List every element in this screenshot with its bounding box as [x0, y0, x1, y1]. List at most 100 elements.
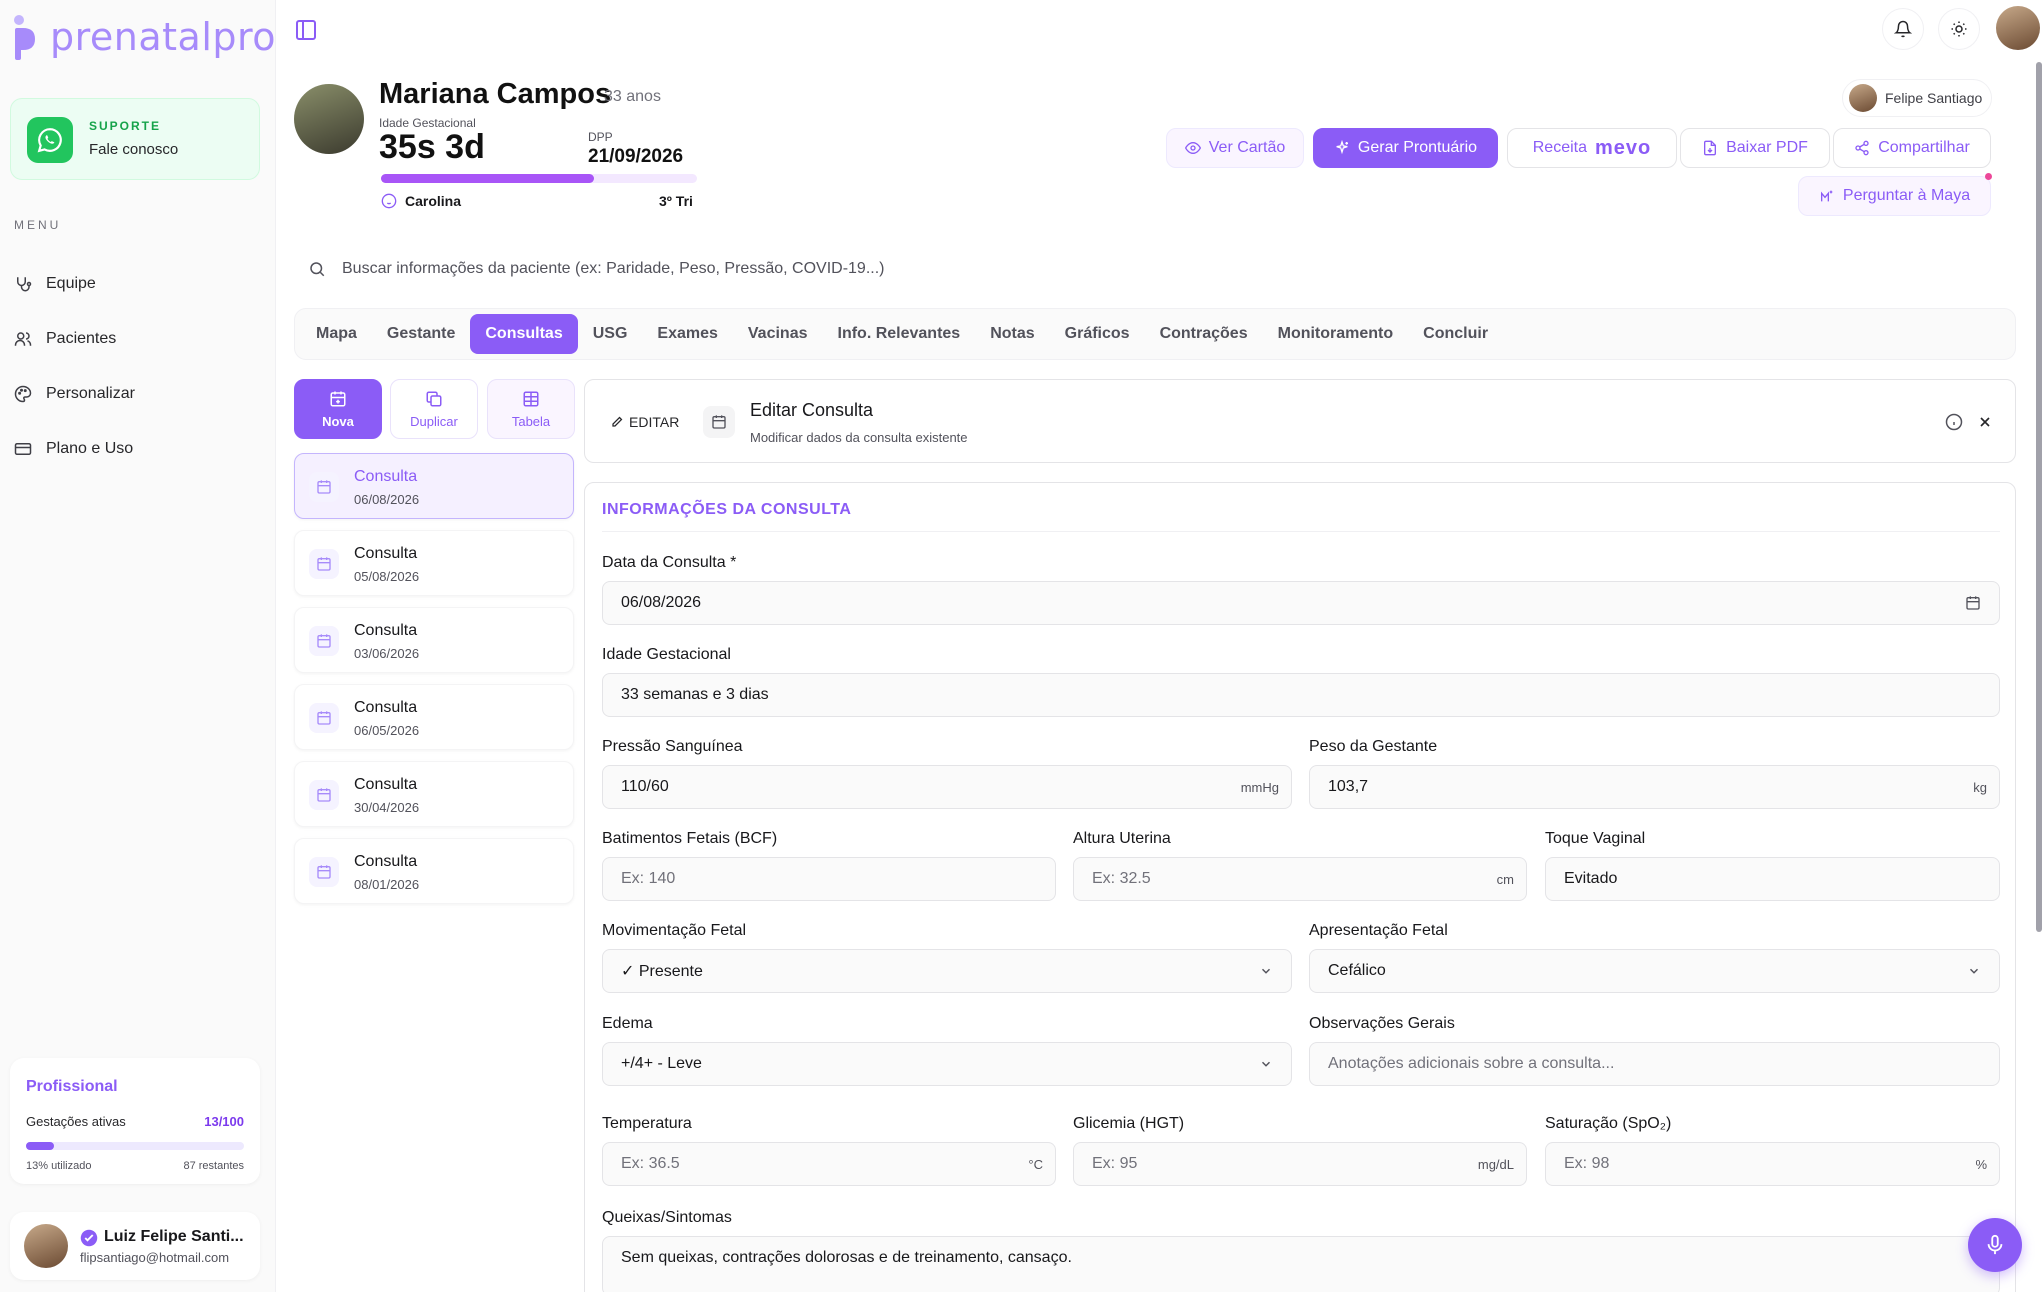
sidebar: prenatalpro SUPORTE Fale conosco MENU Eq…: [0, 0, 276, 1292]
new-consultation-button[interactable]: Nova: [294, 379, 382, 439]
chevron-down-icon: [1261, 968, 1271, 974]
calendar-icon: [309, 780, 339, 810]
info-icon[interactable]: [1945, 413, 1963, 431]
tab-gestante[interactable]: Gestante: [372, 314, 470, 354]
tab-vacinas[interactable]: Vacinas: [733, 314, 823, 354]
calendar-plus-icon: [330, 391, 346, 406]
mevo-logo: mevo: [1595, 136, 1652, 159]
sidebar-item-plano[interactable]: Plano e Uso: [14, 429, 254, 469]
sidebar-item-pacientes[interactable]: Pacientes: [14, 319, 254, 359]
plan-usage-label: Gestações ativas: [26, 1114, 126, 1129]
sidebar-toggle-button[interactable]: [294, 18, 318, 42]
glucose-field[interactable]: Ex: 95 mg/dL: [1073, 1142, 1527, 1186]
generate-record-label: Gerar Prontuário: [1357, 139, 1478, 156]
tab-mapa[interactable]: Mapa: [301, 314, 372, 354]
calendar-icon[interactable]: [1965, 595, 1981, 611]
view-card-button[interactable]: Ver Cartão: [1166, 128, 1304, 168]
doctor-chip[interactable]: Felipe Santiago: [1842, 79, 1992, 117]
sidebar-item-label: Pacientes: [46, 330, 117, 347]
close-icon[interactable]: [1977, 414, 1993, 430]
user-profile-card[interactable]: Luiz Felipe Santi... flipsantiago@hotmai…: [10, 1212, 260, 1280]
baby-icon: [381, 193, 397, 209]
glucose-unit: mg/dL: [1477, 1156, 1514, 1172]
file-download-icon: [1704, 140, 1717, 156]
patient-search[interactable]: Buscar informações da paciente (ex: Pari…: [290, 248, 2016, 290]
tab-graficos[interactable]: Gráficos: [1050, 314, 1145, 354]
edit-badge[interactable]: EDITAR: [611, 414, 679, 430]
ask-maya-button[interactable]: Perguntar à Maya: [1798, 176, 1991, 216]
uterine-height-label: Altura Uterina: [1073, 830, 1171, 847]
plan-usage-card[interactable]: Profissional Gestações ativas 13/100 13%…: [10, 1058, 260, 1184]
theme-toggle-button[interactable]: [1938, 8, 1980, 50]
table-label: Tabela: [511, 413, 551, 429]
edema-select[interactable]: +/4+ - Leve: [602, 1042, 1292, 1086]
tab-usg[interactable]: USG: [578, 314, 643, 354]
generate-record-button[interactable]: Gerar Prontuário: [1313, 128, 1498, 168]
pregnancy-progress-bar: [381, 174, 697, 183]
brand-logo[interactable]: prenatalpro: [12, 14, 276, 60]
consultation-list-item[interactable]: Consulta 06/08/2026: [294, 453, 574, 519]
avatar: [1849, 84, 1877, 112]
tab-exames[interactable]: Exames: [642, 314, 733, 354]
temperature-placeholder: Ex: 36.5: [621, 1155, 680, 1172]
consultation-title: Consulta: [354, 622, 418, 639]
consultation-list-item[interactable]: Consulta 05/08/2026: [294, 530, 574, 596]
prescription-label: Receita: [1532, 139, 1587, 156]
tab-consultas[interactable]: Consultas: [470, 314, 578, 354]
date-value: 06/08/2026: [621, 594, 702, 611]
consultation-list-item[interactable]: Consulta 03/06/2026: [294, 607, 574, 673]
uterine-height-field[interactable]: Ex: 32.5 cm: [1073, 857, 1527, 901]
download-pdf-button[interactable]: Baixar PDF: [1680, 128, 1830, 168]
fetal-movement-value: ✓ Presente: [621, 963, 703, 980]
fetal-movement-select[interactable]: ✓ Presente: [602, 949, 1292, 993]
gestational-age-value: 35s 3d: [379, 128, 485, 166]
sidebar-item-equipe[interactable]: Equipe: [14, 264, 254, 304]
weight-field[interactable]: 103,7 kg: [1309, 765, 2000, 809]
tab-contracoes[interactable]: Contrações: [1145, 314, 1263, 354]
editor-subtitle: Modificar dados da consulta existente: [750, 430, 968, 445]
notifications-button[interactable]: [1882, 8, 1924, 50]
search-input[interactable]: Buscar informações da paciente (ex: Pari…: [342, 260, 884, 278]
support-label: Fale conosco: [89, 141, 179, 158]
consultation-list-item[interactable]: Consulta 08/01/2026: [294, 838, 574, 904]
saturation-unit: %: [1975, 1156, 1987, 1172]
temperature-field[interactable]: Ex: 36.5 °C: [602, 1142, 1056, 1186]
doctor-name: Felipe Santiago: [1885, 90, 1983, 106]
notes-textarea[interactable]: Anotações adicionais sobre a consulta...: [1309, 1042, 2000, 1086]
table-view-button[interactable]: Tabela: [487, 379, 575, 439]
avatar[interactable]: [1996, 6, 2040, 50]
edit-badge-label: EDITAR: [629, 414, 680, 430]
logo-mark-icon: [14, 15, 35, 60]
consultation-title: Consulta: [354, 468, 418, 485]
saturation-field[interactable]: Ex: 98 %: [1545, 1142, 2000, 1186]
date-field[interactable]: 06/08/2026: [602, 581, 2000, 625]
support-card[interactable]: SUPORTE Fale conosco: [10, 98, 260, 180]
voice-input-button[interactable]: [1968, 1218, 2022, 1272]
scrollbar[interactable]: [2036, 62, 2042, 932]
complaints-textarea[interactable]: Sem queixas, contrações dolorosas e de t…: [602, 1236, 2000, 1292]
fetal-movement-label: Movimentação Fetal: [602, 922, 747, 939]
dpp-value: 21/09/2026: [588, 146, 684, 167]
tab-monitoramento[interactable]: Monitoramento: [1263, 314, 1409, 354]
complaints-value: Sem queixas, contrações dolorosas e de t…: [621, 1249, 1072, 1266]
pencil-icon: [612, 416, 623, 427]
blood-pressure-field[interactable]: 110/60 mmHg: [602, 765, 1292, 809]
consultation-list-item[interactable]: Consulta 30/04/2026: [294, 761, 574, 827]
consultation-list-item[interactable]: Consulta 06/05/2026: [294, 684, 574, 750]
tab-info-relevantes[interactable]: Info. Relevantes: [823, 314, 976, 354]
prescription-mevo-button[interactable]: Receita mevo: [1507, 128, 1677, 168]
tab-notas[interactable]: Notas: [975, 314, 1049, 354]
duplicate-button[interactable]: Duplicar: [390, 379, 478, 439]
user-email: flipsantiago@hotmail.com: [80, 1250, 230, 1265]
sun-icon: [1951, 21, 1967, 37]
tab-concluir[interactable]: Concluir: [1408, 314, 1503, 354]
share-button[interactable]: Compartilhar: [1833, 128, 1991, 168]
sidebar-item-personalizar[interactable]: Personalizar: [14, 374, 254, 414]
ig-field[interactable]: 33 semanas e 3 dias: [602, 673, 2000, 717]
vaginal-exam-field[interactable]: Evitado: [1545, 857, 2000, 901]
edit-consultation-header: EDITAR Editar Consulta Modificar dados d…: [584, 379, 2016, 463]
bcf-field[interactable]: Ex: 140: [602, 857, 1056, 901]
dpp-label: DPP: [588, 130, 613, 144]
fetal-presentation-select[interactable]: Cefálico: [1309, 949, 2000, 993]
consultation-title: Consulta: [354, 699, 418, 716]
